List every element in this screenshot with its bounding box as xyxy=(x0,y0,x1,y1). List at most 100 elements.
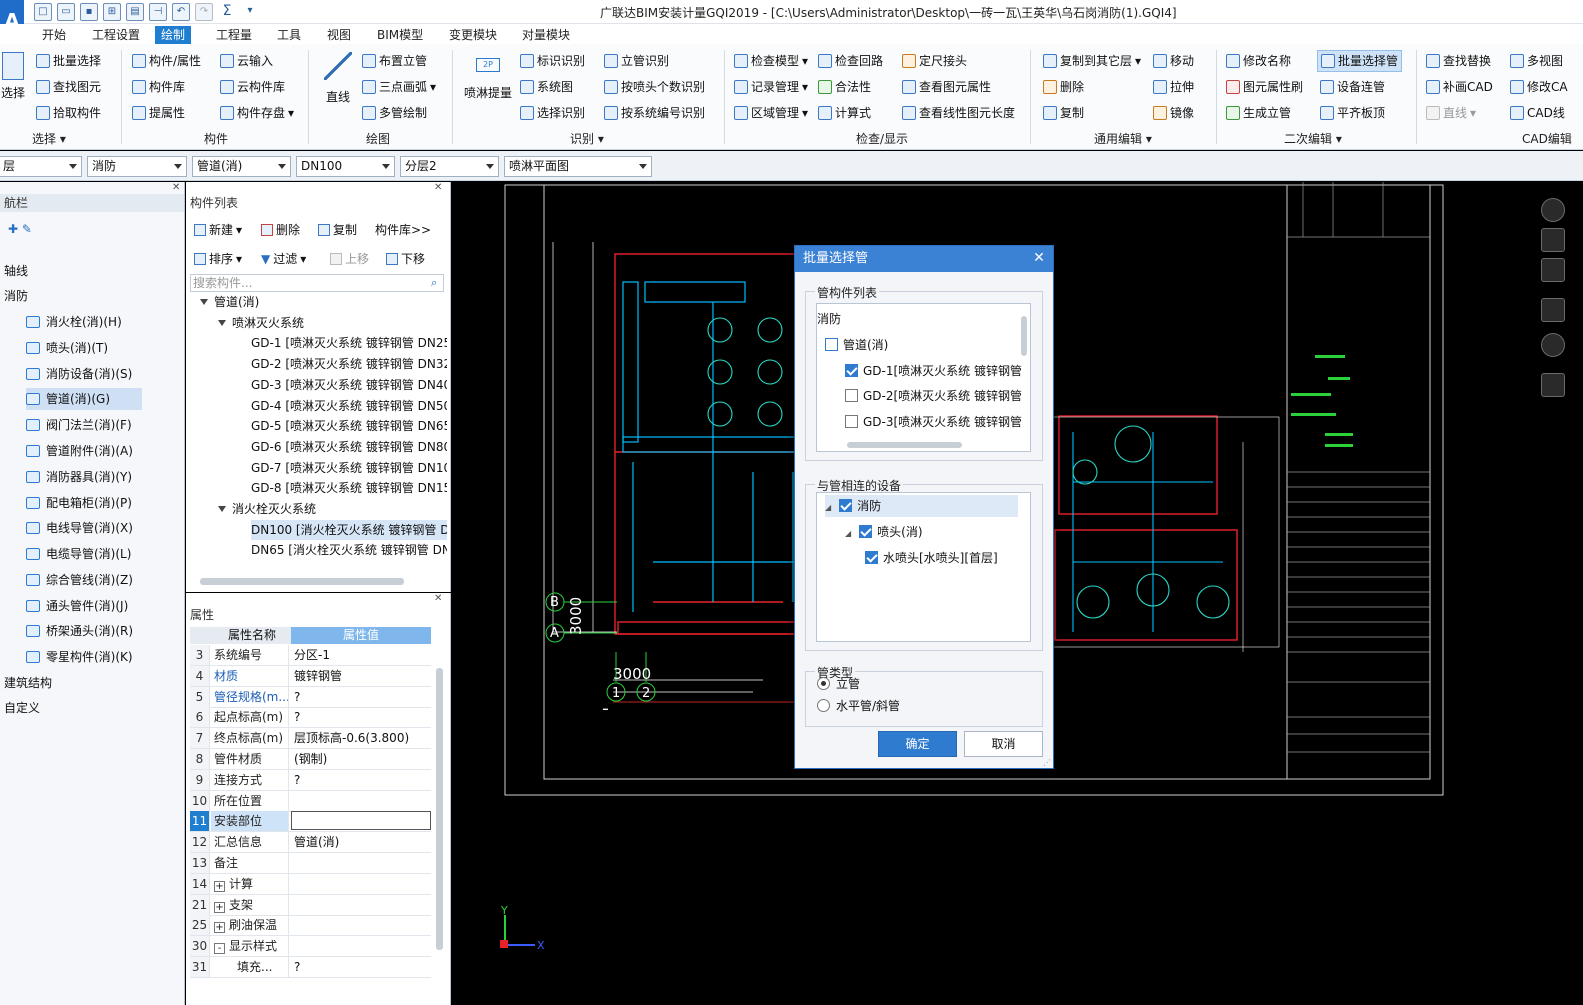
property-row[interactable]: 25 + 刷油保温 xyxy=(190,915,431,937)
property-value[interactable] xyxy=(291,791,431,811)
property-row[interactable]: 3 系统编号 分区-1 xyxy=(190,645,431,666)
search-icon[interactable]: ⌕ xyxy=(431,276,437,290)
pipe-tree-item[interactable]: GD-1[喷淋灭火系统 镀锌钢管 xyxy=(845,360,1022,382)
select-big-button[interactable]: 选择 xyxy=(0,52,26,101)
property-value[interactable]: 分区-1 xyxy=(291,645,431,665)
property-value[interactable]: ? xyxy=(291,770,431,790)
view-element-property-button[interactable]: 查看图元属性 xyxy=(902,76,991,98)
rename-button[interactable]: 修改名称 xyxy=(1226,50,1291,72)
ok-button[interactable]: 确定 xyxy=(878,731,957,757)
nav-item[interactable]: 自定义 xyxy=(4,697,40,719)
nav-item[interactable]: 消火栓(消)(H) xyxy=(26,311,122,333)
expand-arrow-icon[interactable] xyxy=(200,299,208,305)
component-list-scrollbar[interactable] xyxy=(200,578,404,585)
undo-icon[interactable]: ↶ xyxy=(172,3,190,21)
component-tree-item[interactable]: DN65 [消火栓灭火系统 镀锌钢管 DN xyxy=(251,540,447,560)
collapse-arrow-icon[interactable]: ◢ xyxy=(845,529,851,538)
view-plan-icon[interactable] xyxy=(1541,258,1565,282)
property-value[interactable]: (钢制) xyxy=(291,749,431,769)
nav-item[interactable]: 喷头(消)(T) xyxy=(26,337,108,359)
nav-item[interactable]: 电缆导管(消)(L) xyxy=(26,543,131,565)
place-riser-button[interactable]: 布置立管 xyxy=(362,50,427,72)
nav-item[interactable]: 阀门法兰(消)(F) xyxy=(26,414,132,436)
checkbox[interactable] xyxy=(845,389,858,403)
component-tree-item[interactable]: 喷淋灭火系统 xyxy=(218,313,304,333)
pipe-list-hscroll[interactable] xyxy=(847,442,962,448)
line-big-button[interactable]: 直线 xyxy=(318,52,358,105)
view-3d-icon[interactable] xyxy=(1541,228,1565,252)
resize-grip-icon[interactable]: ⋰ xyxy=(1043,758,1051,767)
expand-arrow-icon[interactable] xyxy=(218,506,226,512)
fixed-joint-button[interactable]: 定尺接头 xyxy=(902,50,967,72)
save-icon[interactable]: ▪ xyxy=(80,3,98,21)
cad-line-button[interactable]: CAD线 xyxy=(1510,102,1565,124)
component-tree-item[interactable]: DN100 [消火栓灭火系统 镀锌钢管 D xyxy=(251,519,447,540)
checkbox[interactable] xyxy=(859,525,873,538)
more-icon[interactable]: ▾ xyxy=(241,3,259,21)
recognize-by-sprinkler-count-button[interactable]: 按喷头个数识别 xyxy=(604,76,705,98)
find-replace-button[interactable]: 查找替换 xyxy=(1426,50,1491,72)
component-tree-item[interactable]: GD-7 [喷淋灭火系统 镀锌钢管 DN10 xyxy=(251,458,447,478)
property-value[interactable] xyxy=(291,811,431,831)
view-linear-length-button[interactable]: 查看线性图元长度 xyxy=(902,102,1015,124)
expand-arrow-icon[interactable] xyxy=(218,319,226,326)
component-tree-item[interactable]: GD-2 [喷淋灭火系统 镀锌钢管 DN32 xyxy=(251,354,447,374)
menu-view[interactable]: 视图 xyxy=(321,26,357,44)
redraw-cad-button[interactable]: 补画CAD xyxy=(1426,76,1493,98)
checkbox[interactable] xyxy=(845,363,858,377)
batch-select-pipe-button[interactable]: 批量选择管 xyxy=(1317,50,1403,72)
modify-cad-button[interactable]: 修改CA xyxy=(1510,76,1568,98)
discipline-dropdown[interactable]: 消防 xyxy=(87,156,187,177)
check-model-button[interactable]: 检查模型 ▾ xyxy=(734,50,808,72)
radio-horizontal[interactable]: 水平管/斜管 xyxy=(817,695,900,717)
component-dropdown[interactable]: DN100 xyxy=(296,156,395,177)
property-value[interactable]: ? xyxy=(291,957,431,977)
component-tree-item[interactable]: 管道(消) xyxy=(200,292,259,312)
pick-component-button[interactable]: 拾取构件 xyxy=(36,102,101,124)
export-icon[interactable]: ⊞ xyxy=(103,3,121,21)
select-recognize-button[interactable]: 选择识别 xyxy=(520,102,585,124)
copy-to-other-floor-button[interactable]: 复制到其它层 ▾ xyxy=(1043,50,1141,72)
three-point-arc-button[interactable]: 三点画弧 ▾ xyxy=(362,76,436,98)
nav-item[interactable]: 消防设备(消)(S) xyxy=(26,363,132,385)
checkbox[interactable] xyxy=(825,337,838,351)
collapse-icon[interactable]: - xyxy=(214,943,225,955)
device-tree-item[interactable]: ◢ 消防 xyxy=(825,495,1018,517)
component-library-link[interactable]: 构件库>> xyxy=(375,221,431,238)
view-box-icon[interactable] xyxy=(1541,298,1565,322)
sum-icon[interactable]: Σ xyxy=(218,3,236,21)
redo-icon[interactable]: ↷ xyxy=(195,3,213,21)
expand-icon[interactable]: + xyxy=(214,880,225,892)
component-tree-item[interactable]: GD-6 [喷淋灭火系统 镀锌钢管 DN80 xyxy=(251,437,447,457)
component-library-button[interactable]: 构件库 xyxy=(132,76,185,98)
property-brush-button[interactable]: 图元属性刷 xyxy=(1226,76,1303,98)
move-button[interactable]: 移动 xyxy=(1153,50,1194,72)
expand-icon[interactable]: + xyxy=(214,922,225,934)
checkbox[interactable] xyxy=(865,551,878,564)
mirror-button[interactable]: 镜像 xyxy=(1153,102,1194,124)
expand-icon[interactable]: + xyxy=(214,901,225,913)
property-row[interactable]: 12 汇总信息 管道(消) xyxy=(190,832,431,854)
rotate-view-icon[interactable] xyxy=(1541,333,1565,357)
formula-button[interactable]: 计算式 xyxy=(818,102,871,124)
property-value[interactable] xyxy=(291,936,431,956)
component-tree-item[interactable]: GD-1 [喷淋灭火系统 镀锌钢管 DN25 xyxy=(251,333,447,353)
nav-item[interactable]: 消防 xyxy=(4,285,28,307)
multi-pipe-draw-button[interactable]: 多管绘制 xyxy=(362,102,427,124)
nav-item[interactable]: 管道附件(消)(A) xyxy=(26,440,133,462)
nav-item[interactable]: 电线导管(消)(X) xyxy=(26,517,133,539)
delete-button[interactable]: 删除 xyxy=(1043,76,1084,98)
menu-reconcile-module[interactable]: 对量模块 xyxy=(516,26,576,44)
view-sphere-icon[interactable] xyxy=(1541,198,1565,222)
property-value[interactable]: 镀锌钢管 xyxy=(291,666,431,686)
nav-item[interactable]: 建筑结构 xyxy=(4,672,52,694)
component-tree-item[interactable]: GD-3 [喷淋灭火系统 镀锌钢管 DN40 xyxy=(251,375,447,395)
component-tree-item[interactable]: GD-5 [喷淋灭火系统 镀锌钢管 DN65 xyxy=(251,416,447,436)
radio-riser[interactable]: 立管 xyxy=(817,673,860,695)
recognize-by-system-number-button[interactable]: 按系统编号识别 xyxy=(604,102,705,124)
property-row[interactable]: 7 终点标高(m) 层顶标高-0.6(3.800) xyxy=(190,728,431,750)
mark-recognize-button[interactable]: 标识识别 xyxy=(520,50,585,72)
property-value[interactable]: ? xyxy=(291,687,431,707)
component-list-close-icon[interactable]: ✕ xyxy=(434,182,442,193)
pipe-tree-item[interactable]: 消防 xyxy=(817,308,841,330)
